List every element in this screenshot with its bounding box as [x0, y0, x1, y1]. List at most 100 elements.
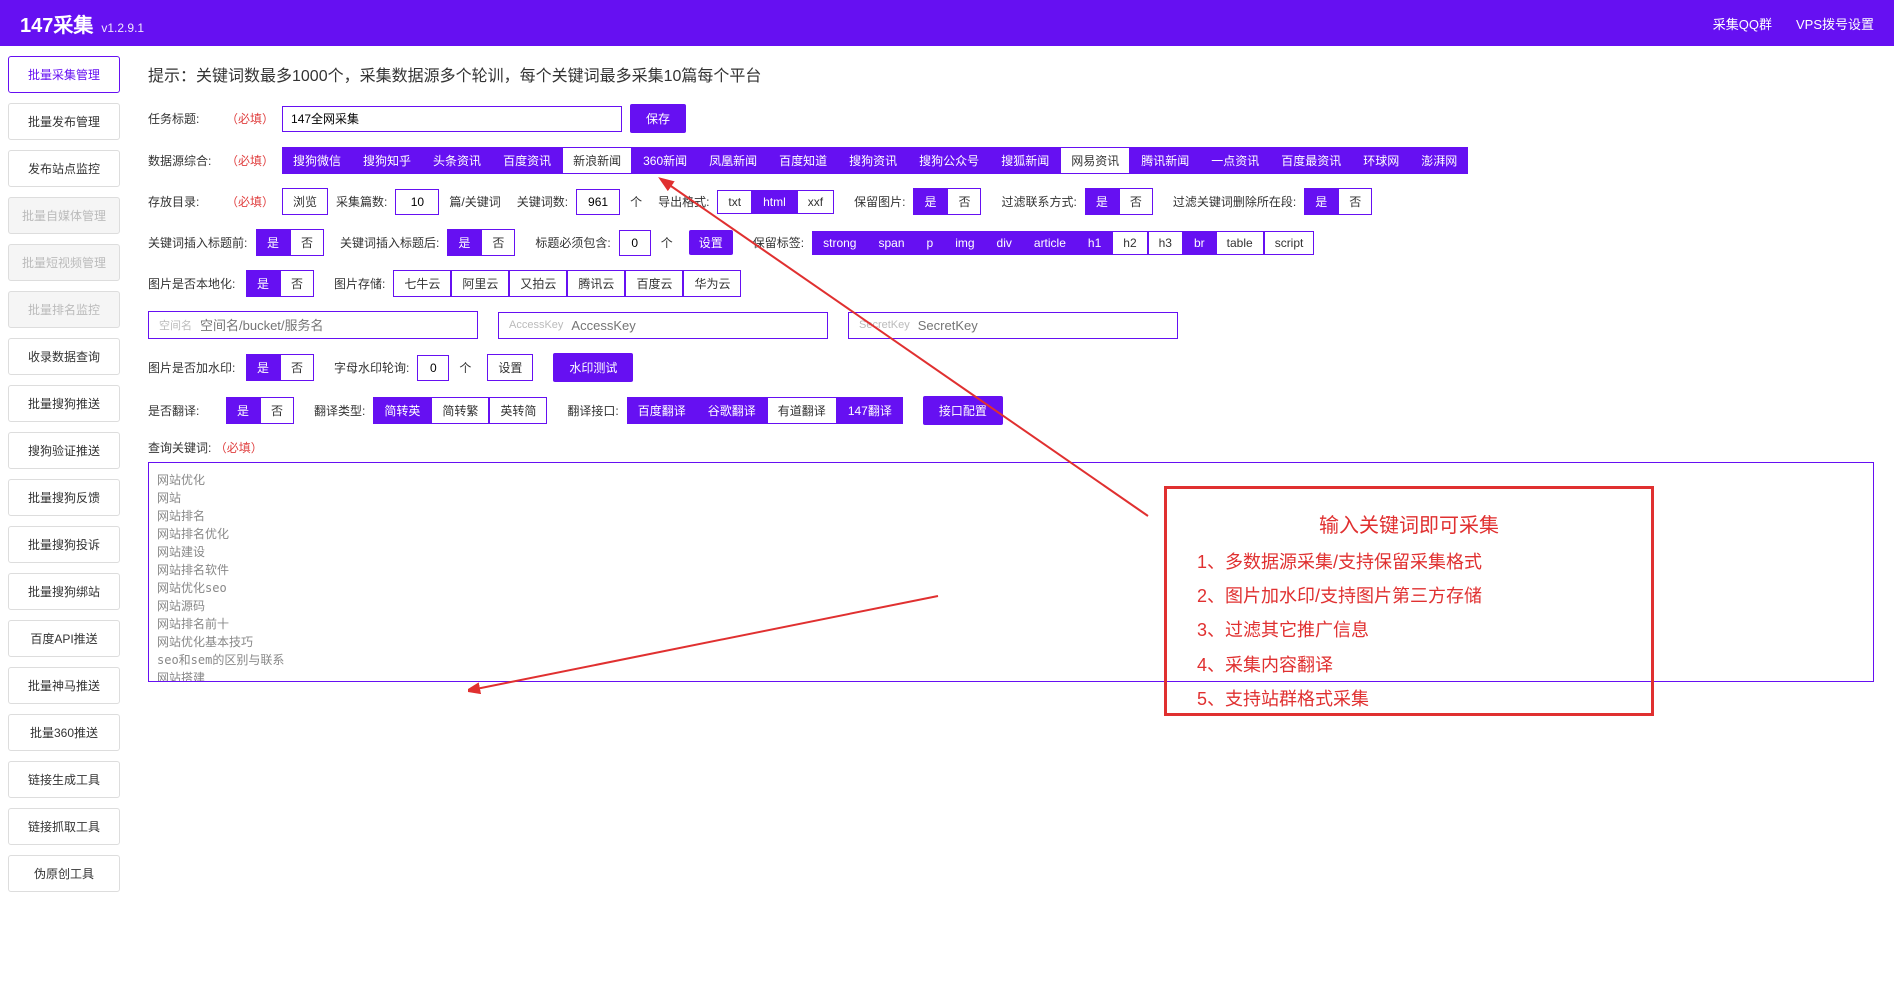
tag-option[interactable]: img — [944, 231, 985, 255]
tag-option[interactable]: 有道翻译 — [767, 397, 837, 424]
tag-option[interactable]: 网易资讯 — [1060, 147, 1130, 174]
tag-option[interactable]: 腾讯云 — [567, 270, 625, 297]
tag-option[interactable]: 谷歌翻译 — [697, 397, 767, 424]
tag-option[interactable]: span — [867, 231, 915, 255]
tag-option[interactable]: 搜狗资讯 — [838, 147, 908, 174]
must-input[interactable] — [619, 230, 651, 256]
count-input[interactable] — [395, 189, 439, 215]
tag-option[interactable]: table — [1216, 231, 1264, 255]
tag-option[interactable]: script — [1264, 231, 1315, 255]
header-link[interactable]: 采集QQ群 — [1713, 14, 1772, 33]
tag-option[interactable]: 百度最资讯 — [1270, 147, 1352, 174]
tag-option[interactable]: xxf — [797, 190, 834, 214]
secretkey-box[interactable]: SecretKey — [848, 312, 1178, 339]
trapi-label: 翻译接口: — [567, 402, 618, 419]
tag-option[interactable]: 七牛云 — [393, 270, 451, 297]
main-content: 提示：关键词数最多1000个，采集数据源多个轮训，每个关键词最多采集10篇每个平… — [128, 46, 1894, 902]
accesskey-label: AccessKey — [509, 319, 563, 331]
tag-option[interactable]: 否 — [280, 354, 314, 381]
sidebar-item[interactable]: 链接生成工具 — [8, 761, 120, 798]
tag-option[interactable]: p — [916, 231, 945, 255]
tag-option[interactable]: 百度知道 — [768, 147, 838, 174]
kwafter-label: 关键词插入标题后: — [340, 234, 439, 251]
tag-option[interactable]: 搜狗公众号 — [908, 147, 990, 174]
tag-option[interactable]: 是 — [1085, 188, 1119, 215]
space-box[interactable]: 空间名 — [148, 311, 478, 339]
tag-option[interactable]: 阿里云 — [451, 270, 509, 297]
accesskey-box[interactable]: AccessKey — [498, 312, 828, 339]
browse-button[interactable]: 浏览 — [282, 188, 328, 215]
accesskey-input[interactable] — [571, 318, 817, 333]
wmcount-input[interactable] — [417, 355, 449, 381]
tag-option[interactable]: 360新闻 — [632, 147, 698, 174]
annotation-title: 输入关键词即可采集 — [1197, 507, 1621, 545]
tag-option[interactable]: 否 — [1119, 188, 1153, 215]
sidebar-item[interactable]: 批量搜狗投诉 — [8, 526, 120, 563]
sidebar-item[interactable]: 批量采集管理 — [8, 56, 120, 93]
sidebar-item[interactable]: 百度API推送 — [8, 620, 120, 657]
tag-option[interactable]: h1 — [1077, 231, 1112, 255]
tag-option[interactable]: 百度资讯 — [492, 147, 562, 174]
tag-option[interactable]: 头条资讯 — [422, 147, 492, 174]
api-config-button[interactable]: 接口配置 — [923, 396, 1003, 425]
tag-option[interactable]: br — [1183, 231, 1216, 255]
tag-option[interactable]: h2 — [1112, 231, 1147, 255]
tag-option[interactable]: 新浪新闻 — [562, 147, 632, 174]
tag-option[interactable]: 搜狗微信 — [282, 147, 352, 174]
tag-option[interactable]: 是 — [256, 229, 290, 256]
sidebar-item[interactable]: 链接抓取工具 — [8, 808, 120, 845]
secretkey-input[interactable] — [918, 318, 1167, 333]
sidebar-item[interactable]: 批量搜狗绑站 — [8, 573, 120, 610]
tag-option[interactable]: 否 — [947, 188, 981, 215]
sidebar-item[interactable]: 搜狗验证推送 — [8, 432, 120, 469]
tag-option[interactable]: 否 — [481, 229, 515, 256]
sidebar-item[interactable]: 批量搜狗推送 — [8, 385, 120, 422]
tag-option[interactable]: 否 — [280, 270, 314, 297]
save-button[interactable]: 保存 — [630, 104, 686, 133]
tag-option[interactable]: 英转简 — [489, 397, 547, 424]
wm-test-button[interactable]: 水印测试 — [553, 353, 633, 382]
tag-option[interactable]: 百度翻译 — [627, 397, 697, 424]
tag-option[interactable]: txt — [717, 190, 752, 214]
space-input[interactable] — [200, 318, 467, 333]
tag-option[interactable]: 是 — [1304, 188, 1338, 215]
sidebar-item[interactable]: 批量神马推送 — [8, 667, 120, 704]
sidebar-item[interactable]: 收录数据查询 — [8, 338, 120, 375]
tag-option[interactable]: 环球网 — [1352, 147, 1410, 174]
tag-option[interactable]: 否 — [290, 229, 324, 256]
sidebar-item[interactable]: 批量360推送 — [8, 714, 120, 751]
tag-option[interactable]: div — [986, 231, 1023, 255]
tag-option[interactable]: 又拍云 — [509, 270, 567, 297]
task-title-input[interactable] — [282, 106, 622, 132]
tag-option[interactable]: 否 — [260, 397, 294, 424]
tag-option[interactable]: 是 — [913, 188, 947, 215]
tag-option[interactable]: 是 — [226, 397, 260, 424]
sidebar-item[interactable]: 批量发布管理 — [8, 103, 120, 140]
tag-option[interactable]: 腾讯新闻 — [1130, 147, 1200, 174]
tag-option[interactable]: 澎湃网 — [1410, 147, 1468, 174]
wm-set-button[interactable]: 设置 — [487, 354, 533, 381]
tag-option[interactable]: 147翻译 — [837, 397, 903, 424]
must-set-button[interactable]: 设置 — [689, 230, 733, 255]
tag-option[interactable]: h3 — [1148, 231, 1183, 255]
tag-option[interactable]: 一点资讯 — [1200, 147, 1270, 174]
tag-option[interactable]: 是 — [447, 229, 481, 256]
tag-option[interactable]: 华为云 — [683, 270, 741, 297]
tag-option[interactable]: 搜狐新闻 — [990, 147, 1060, 174]
kwcount-input[interactable] — [576, 189, 620, 215]
tag-option[interactable]: 是 — [246, 354, 280, 381]
sidebar-item[interactable]: 批量搜狗反馈 — [8, 479, 120, 516]
tag-option[interactable]: strong — [812, 231, 867, 255]
tag-option[interactable]: article — [1023, 231, 1077, 255]
tag-option[interactable]: 搜狗知乎 — [352, 147, 422, 174]
tag-option[interactable]: 是 — [246, 270, 280, 297]
tag-option[interactable]: 凤凰新闻 — [698, 147, 768, 174]
header-link[interactable]: VPS拨号设置 — [1796, 14, 1874, 33]
tag-option[interactable]: 否 — [1338, 188, 1372, 215]
tag-option[interactable]: 简转繁 — [431, 397, 489, 424]
sidebar-item[interactable]: 发布站点监控 — [8, 150, 120, 187]
sidebar-item[interactable]: 伪原创工具 — [8, 855, 120, 892]
tag-option[interactable]: 简转英 — [373, 397, 431, 424]
tag-option[interactable]: html — [752, 190, 797, 214]
tag-option[interactable]: 百度云 — [625, 270, 683, 297]
